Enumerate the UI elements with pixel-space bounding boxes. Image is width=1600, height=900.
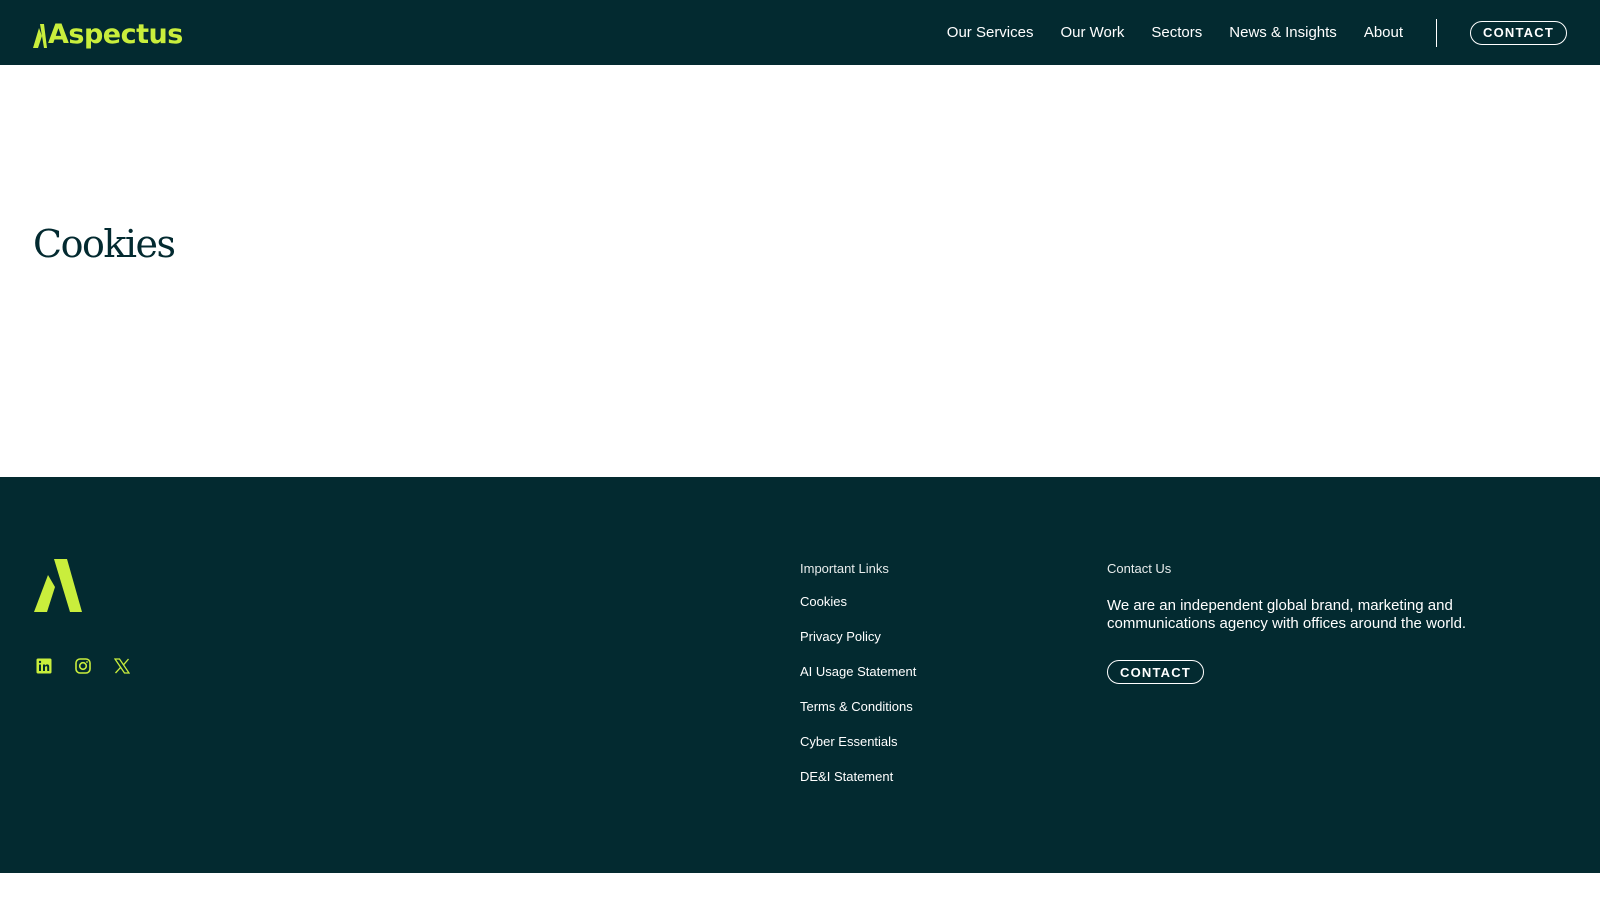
nav-item-news-insights[interactable]: News & Insights	[1229, 24, 1337, 41]
x-twitter-icon[interactable]	[113, 657, 130, 674]
aspectus-a-mark-icon	[34, 559, 82, 612]
social-links	[35, 657, 152, 674]
footer-contact-button[interactable]: CONTACT	[1107, 660, 1204, 684]
footer-logo[interactable]	[34, 559, 82, 617]
site-header: Aspectus Our Services Our Work Sectors N…	[0, 0, 1600, 65]
instagram-icon[interactable]	[74, 657, 91, 674]
footer-link-ai-usage-statement[interactable]: AI Usage Statement	[800, 664, 916, 699]
footer-link-cyber-essentials[interactable]: Cyber Essentials	[800, 734, 916, 769]
site-footer: Important Links Cookies Privacy Policy A…	[0, 477, 1600, 873]
nav-divider	[1436, 18, 1438, 47]
nav-item-our-work[interactable]: Our Work	[1061, 24, 1125, 41]
important-links: Important Links Cookies Privacy Policy A…	[800, 561, 916, 804]
site-logo[interactable]: Aspectus	[33, 14, 183, 48]
footer-link-terms-conditions[interactable]: Terms & Conditions	[800, 699, 916, 734]
nav-item-our-services[interactable]: Our Services	[947, 24, 1034, 41]
page-title: Cookies	[33, 222, 176, 266]
contact-us-heading: Contact Us	[1107, 561, 1172, 576]
important-links-heading: Important Links	[800, 561, 889, 576]
logo-a-mark-icon	[33, 24, 47, 48]
header-contact-button[interactable]: CONTACT	[1470, 20, 1567, 45]
contact-us: Contact Us We are an independent global …	[1107, 561, 1527, 684]
nav-item-sectors[interactable]: Sectors	[1151, 24, 1202, 41]
contact-us-text: We are an independent global brand, mark…	[1107, 597, 1467, 632]
logo-wordmark: Aspectus	[48, 19, 183, 50]
main-nav: Our Services Our Work Sectors News & Ins…	[947, 0, 1600, 65]
footer-link-privacy-policy[interactable]: Privacy Policy	[800, 629, 916, 664]
footer-link-cookies[interactable]: Cookies	[800, 594, 916, 629]
nav-item-about[interactable]: About	[1364, 24, 1403, 41]
linkedin-icon[interactable]	[35, 657, 52, 674]
footer-link-dei-statement[interactable]: DE&I Statement	[800, 769, 916, 804]
